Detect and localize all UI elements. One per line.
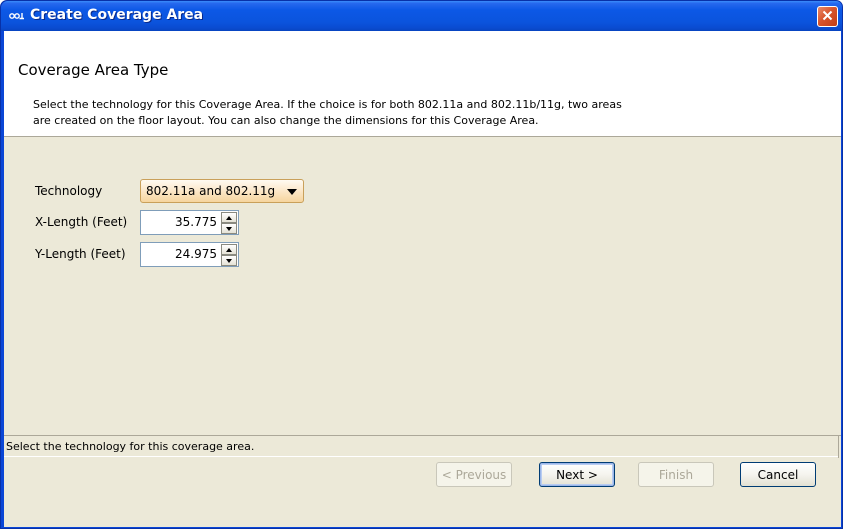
arrow-down-icon [226, 259, 232, 263]
y-length-label: Y-Length (Feet) [35, 247, 126, 261]
dialog-content: Coverage Area Type Select the technology… [4, 31, 841, 527]
arrow-up-icon [226, 216, 232, 220]
description-line-1: Select the technology for this Coverage … [33, 98, 622, 111]
arrow-up-icon [226, 248, 232, 252]
window-title: Create Coverage Area [30, 7, 204, 23]
status-text: Select the technology for this coverage … [6, 440, 255, 453]
cancel-button[interactable]: Cancel [740, 462, 816, 487]
finish-button[interactable]: Finish [638, 462, 714, 487]
previous-button[interactable]: < Previous [436, 462, 512, 487]
status-bar: Select the technology for this coverage … [4, 435, 841, 458]
y-length-increment-button[interactable] [221, 244, 237, 255]
technology-label: Technology [35, 184, 103, 198]
x-length-value[interactable]: 35.775 [175, 215, 217, 229]
page-title: Coverage Area Type [18, 61, 169, 79]
wizard-header: Coverage Area Type Select the technology… [4, 31, 841, 137]
page-description: Select the technology for this Coverage … [33, 97, 753, 129]
x-length-spinner[interactable]: 35.775 [140, 210, 239, 235]
y-length-spinner[interactable]: 24.975 [140, 242, 239, 267]
close-icon [822, 10, 833, 24]
y-length-value[interactable]: 24.975 [175, 247, 217, 261]
technology-dropdown[interactable]: 802.11a and 802.11g [140, 179, 304, 203]
next-button[interactable]: Next > [539, 462, 615, 487]
status-separator [838, 436, 841, 458]
cisco-app-icon [9, 10, 25, 22]
chevron-down-icon [287, 189, 297, 195]
close-button[interactable] [817, 6, 838, 27]
y-length-decrement-button[interactable] [221, 255, 237, 266]
description-line-2: are created on the floor layout. You can… [33, 114, 539, 127]
title-bar[interactable]: Create Coverage Area [1, 1, 842, 31]
x-length-label: X-Length (Feet) [35, 215, 128, 229]
arrow-down-icon [226, 227, 232, 231]
technology-selected-value: 802.11a and 802.11g [146, 184, 276, 198]
x-length-increment-button[interactable] [221, 212, 237, 223]
x-length-decrement-button[interactable] [221, 223, 237, 234]
dialog-window: Create Coverage Area Coverage Area Type … [0, 0, 843, 529]
